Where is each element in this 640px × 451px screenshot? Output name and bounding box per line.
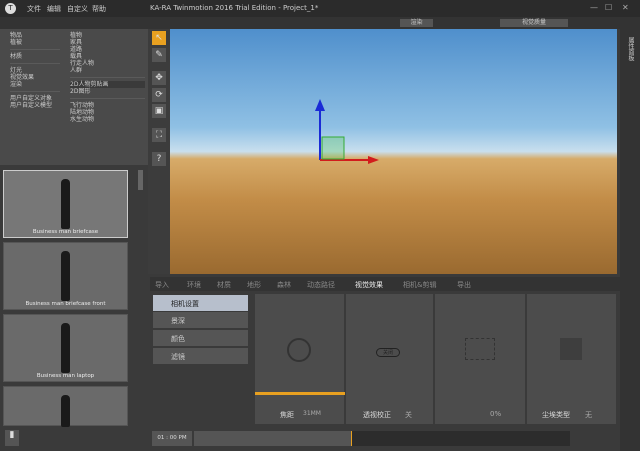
focal-length-card[interactable]: [255, 294, 345, 424]
render-button[interactable]: 渲染: [400, 19, 433, 27]
subtab-color[interactable]: 颜色: [153, 330, 248, 346]
move-tool-icon[interactable]: ✥: [152, 71, 166, 85]
maximize-button[interactable]: ☐: [605, 3, 612, 12]
asset-thumbnail[interactable]: Business man briefcase front: [3, 242, 128, 310]
category[interactable]: 植被: [10, 39, 60, 46]
subcategory[interactable]: 植物: [70, 32, 145, 39]
subcategory[interactable]: 家具: [70, 39, 145, 46]
subcategory[interactable]: 飞行动物: [70, 102, 145, 109]
tab-import[interactable]: 导入: [155, 280, 169, 290]
title-bar: T 文件 编辑 自定义 帮助 KA-RA Twinmotion 2016 Tri…: [0, 0, 640, 17]
focal-length-value: 31MM: [303, 410, 321, 417]
subtab-depth-of-field[interactable]: 景深: [153, 312, 248, 328]
tab-terrain[interactable]: 地形: [247, 280, 261, 290]
focal-length-slider[interactable]: [255, 392, 345, 395]
category[interactable]: 灯光: [10, 67, 60, 74]
right-sidebar: 属性面板: [620, 17, 640, 451]
perspective-label: 透视校正: [363, 411, 391, 419]
paint-tool-icon[interactable]: ✎: [152, 48, 166, 62]
subcategory[interactable]: 道路: [70, 46, 145, 53]
category[interactable]: 渲染: [10, 81, 60, 88]
subcategory[interactable]: 陆地动物: [70, 109, 145, 116]
category[interactable]: 物品: [10, 32, 60, 39]
category[interactable]: 视觉效果: [10, 74, 60, 81]
dust-type-card[interactable]: [527, 294, 617, 424]
tab-paths[interactable]: 动态路径: [307, 280, 335, 290]
subtab-camera-settings[interactable]: 相机设置: [153, 295, 248, 311]
properties-panel-tab[interactable]: 属性面板: [626, 37, 635, 61]
category[interactable]: 用户自定义对象: [10, 95, 60, 102]
transform-gizmo[interactable]: [170, 29, 617, 274]
thumbnail-scrollbar[interactable]: [138, 170, 143, 190]
person-figure-icon: [61, 179, 70, 229]
window-title: KA-RA Twinmotion 2016 Trial Edition - Pr…: [150, 4, 319, 12]
menu-help[interactable]: 帮助: [92, 4, 106, 14]
minimize-button[interactable]: —: [590, 3, 598, 12]
person-figure-icon: [61, 251, 70, 301]
close-button[interactable]: ✕: [622, 3, 629, 12]
library-subcategories: 植物 家具 道路 载具 行走人物 人群 2D人物剪贴画 2D图形 飞行动物 陆地…: [70, 32, 145, 123]
help-icon[interactable]: ?: [152, 152, 166, 166]
subcategory-selected[interactable]: 2D人物剪贴画: [70, 81, 145, 88]
dial-icon: [287, 338, 311, 362]
tab-materials[interactable]: 材质: [217, 280, 231, 290]
subcategory[interactable]: 载具: [70, 53, 145, 60]
vignette-card[interactable]: [435, 294, 526, 424]
tab-camera-clips[interactable]: 相机&剪辑: [403, 280, 436, 290]
category[interactable]: 用户自定义模型: [10, 102, 60, 109]
3d-viewport[interactable]: [170, 29, 617, 274]
asset-thumbnail[interactable]: Business man briefcase: [3, 170, 128, 238]
menu-edit[interactable]: 编辑: [47, 4, 61, 14]
asset-thumbnail[interactable]: Business man laptop: [3, 314, 128, 382]
focal-length-label: 焦距: [280, 411, 294, 419]
app-logo: T: [5, 3, 16, 14]
perspective-toggle[interactable]: 关闭: [376, 348, 400, 357]
subcategory[interactable]: 人群: [70, 67, 145, 74]
menu-custom[interactable]: 自定义: [67, 4, 88, 14]
subtab-filter[interactable]: 滤镜: [153, 348, 248, 364]
perspective-card[interactable]: 关闭: [346, 294, 434, 424]
time-display[interactable]: 01 : 00 PM: [152, 431, 192, 446]
dust-type-value: 无: [585, 411, 592, 419]
asset-thumbnail[interactable]: [3, 386, 128, 427]
subcategory[interactable]: 2D图形: [70, 88, 145, 95]
timeline: 01 : 00 PM: [152, 431, 618, 446]
time-slider-fill: [194, 431, 352, 446]
frame-tool-icon[interactable]: ⛶: [152, 128, 166, 142]
person-figure-icon: [61, 395, 70, 427]
perspective-value: 关: [405, 411, 412, 419]
quality-dropdown[interactable]: 视觉质量: [500, 19, 568, 27]
tab-export[interactable]: 导出: [457, 280, 471, 290]
frame-icon: [465, 338, 495, 360]
dust-type-label: 尘埃类型: [542, 411, 570, 419]
person-figure-icon: [61, 323, 70, 373]
tab-environment[interactable]: 环境: [187, 280, 201, 290]
category[interactable]: 材质: [10, 53, 60, 60]
vignette-value: 0%: [490, 410, 502, 418]
library-categories: 物品 植被 材质 灯光 视觉效果 渲染 用户自定义对象 用户自定义模型: [10, 32, 60, 109]
tab-forest[interactable]: 森林: [277, 280, 291, 290]
microphone-icon[interactable]: ▮: [5, 430, 19, 446]
scale-tool-icon[interactable]: ▣: [152, 104, 166, 118]
subcategory[interactable]: 水生动物: [70, 116, 145, 123]
menu-file[interactable]: 文件: [27, 4, 41, 14]
dust-preview-icon: [560, 338, 582, 360]
time-slider[interactable]: [194, 431, 570, 446]
select-tool-icon[interactable]: ↖: [152, 31, 166, 45]
rotate-tool-icon[interactable]: ⟳: [152, 88, 166, 102]
tab-visual-effects[interactable]: 视觉效果: [355, 280, 383, 290]
subcategory[interactable]: 行走人物: [70, 60, 145, 67]
